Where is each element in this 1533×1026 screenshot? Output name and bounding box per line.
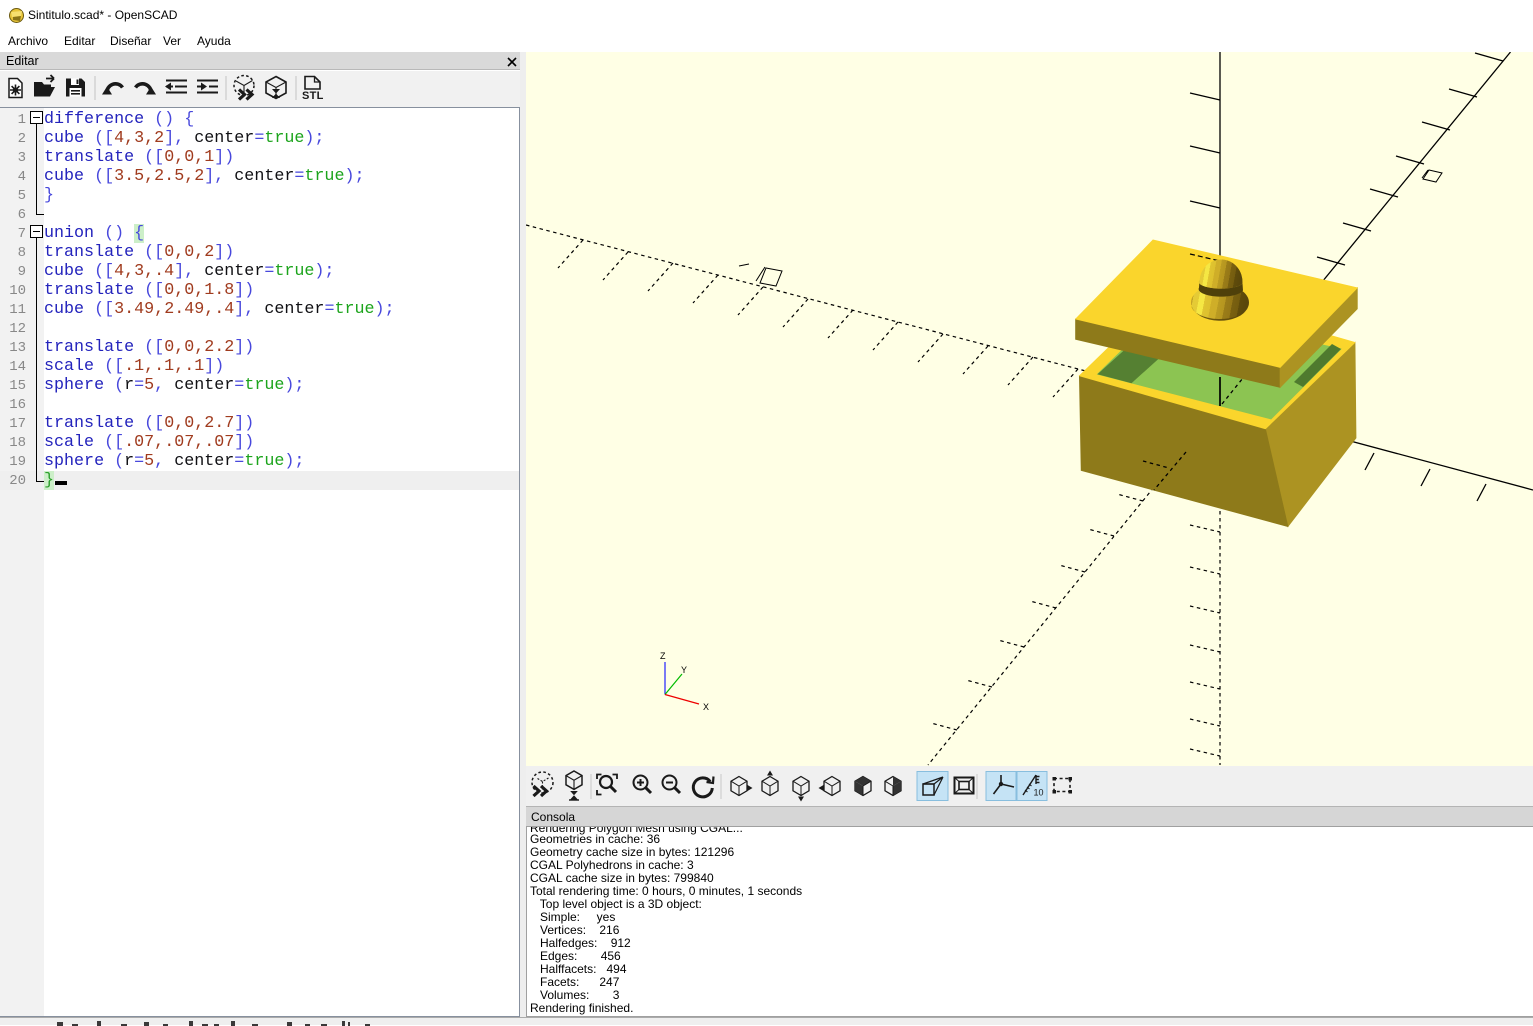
svg-text:Z: Z bbox=[660, 651, 666, 661]
svg-text:STL: STL bbox=[302, 90, 324, 102]
svg-text:X: X bbox=[703, 702, 709, 712]
svg-text:Y: Y bbox=[681, 665, 687, 675]
svg-text:10: 10 bbox=[1034, 788, 1044, 798]
